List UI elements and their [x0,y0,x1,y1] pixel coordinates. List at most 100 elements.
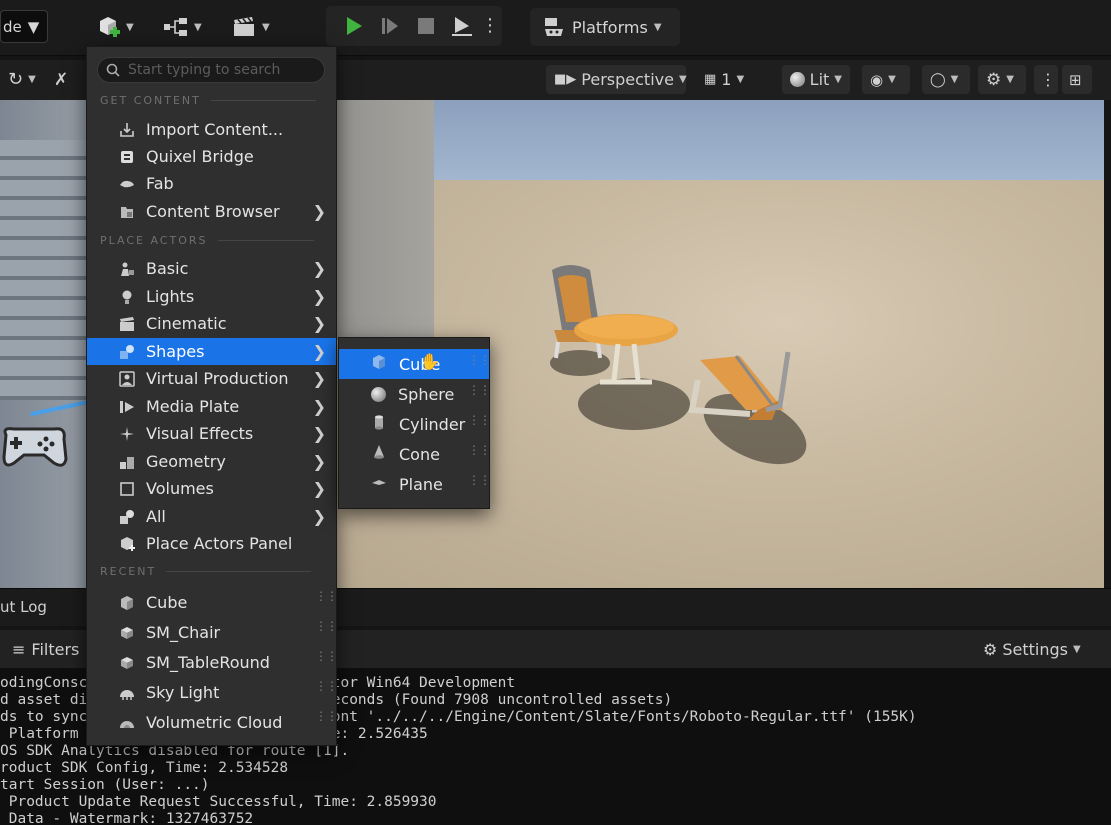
kebab-icon: ⋮ [481,15,499,36]
cinematics-button[interactable]: ▼ [232,12,270,42]
viewport-settings-button[interactable]: ⚙ ▼ [978,65,1026,94]
menu-item-label: Volumetric Cloud [146,713,283,732]
folder-icon [118,203,135,220]
settings-button[interactable]: ⚙ Settings ▼ [983,640,1081,659]
virtual-production-icon [118,370,135,387]
shape-item-cone[interactable]: Cone ⋮⋮ [339,439,491,469]
output-log-tab[interactable]: ut Log [0,598,47,616]
menu-item-label: SM_TableRound [146,653,270,672]
menu-item-basic[interactable]: Basic ❯ [87,255,336,282]
menu-item-label: Fab [146,174,174,193]
drag-handle-icon[interactable]: ⋮⋮ [468,354,491,366]
drag-handle-icon[interactable]: ⋮⋮ [315,710,338,722]
menu-item-label: Content Browser [146,202,280,221]
drag-handle-icon[interactable]: ⋮⋮ [468,384,491,396]
shape-item-plane[interactable]: Plane ⋮⋮ [339,469,491,499]
transform-mode-button[interactable]: ↻ ▼ [0,65,44,94]
recent-item-cube[interactable]: Cube ⋮⋮ [87,588,338,617]
platforms-button[interactable]: Platforms ▼ [530,8,680,46]
add-actor-button[interactable]: ▼ [96,12,134,42]
drag-handle-icon[interactable]: ⋮⋮ [315,680,338,692]
blueprint-icon [164,18,187,36]
menu-item-visual-effects[interactable]: Visual Effects ❯ [87,420,336,447]
section-label: RECENT [100,565,157,578]
menu-item-label: SM_Chair [146,623,221,642]
play-controls: ⋮ [326,6,502,46]
chevron-down-icon: ▼ [1006,74,1014,85]
lit-label: Lit [809,70,830,89]
sphere-icon [371,386,386,402]
chevron-down-icon: ▼ [126,21,134,33]
viewport-more-button[interactable]: ⋮ [1034,65,1058,94]
mode-select[interactable]: de ▼ [0,10,48,43]
performance-button[interactable]: ◯ ▼ [922,65,970,94]
shape-item-cylinder[interactable]: Cylinder ⋮⋮ [339,409,491,439]
drag-handle-icon[interactable]: ⋮⋮ [468,444,491,456]
section-divider [217,240,314,241]
view-mode-dropdown[interactable]: Lit ▼ [782,65,850,94]
more-options-button[interactable]: ⋮ [480,8,500,44]
light-icon [118,288,135,305]
shape-item-cube[interactable]: Cube ⋮⋮ [339,349,491,379]
recent-item-sm-tableround[interactable]: SM_TableRound ⋮⋮ [87,648,338,677]
filters-button[interactable]: ≡ Filters [12,640,79,659]
cube-icon [371,354,387,374]
recent-item-sm-chair[interactable]: SM_Chair ⋮⋮ [87,618,338,647]
shape-item-label: Plane [399,474,443,494]
drag-handle-icon[interactable]: ⋮⋮ [315,590,338,602]
settings-label: Settings [1002,640,1068,659]
viewport-layout-button[interactable]: ⊞ [1062,65,1092,94]
menu-item-geometry[interactable]: Geometry ❯ [87,448,336,475]
menu-item-all[interactable]: All ❯ [87,503,336,530]
log-line: roduct SDK Config, Time: 2.534528 [0,760,289,776]
surface-snap-button[interactable]: ✗ [46,65,76,94]
grid-layout-icon: ⊞ [1069,70,1082,89]
menu-item-cinematic[interactable]: Cinematic ❯ [87,310,336,337]
menu-item-lights[interactable]: Lights ❯ [87,283,336,310]
menu-item-place-actors-panel[interactable]: Place Actors Panel [87,530,336,557]
menu-item-label: Virtual Production [146,369,289,388]
menu-item-virtual-production[interactable]: Virtual Production ❯ [87,365,336,392]
section-recent: RECENT [100,565,312,578]
eject-button[interactable] [444,8,480,44]
media-plate-icon [118,398,135,415]
chevron-right-icon: ❯ [312,287,326,306]
recent-item-volumetric-cloud[interactable]: Volumetric Cloud ⋮⋮ [87,708,338,737]
menu-item-label: Lights [146,287,195,306]
log-line: tart Session (User: ...) [0,777,210,793]
cylinder-icon [371,414,387,434]
advance-frame-button[interactable] [372,8,408,44]
recent-item-sky-light[interactable]: Sky Light ⋮⋮ [87,678,338,707]
chevron-right-icon: ❯ [312,369,326,388]
menu-item-content-browser[interactable]: Content Browser ❯ [87,198,336,225]
bridge-icon [118,148,135,165]
log-line: Data - Watermark: 1327463752 [0,811,254,825]
menu-item-volumes[interactable]: Volumes ❯ [87,475,336,502]
shape-item-sphere[interactable]: Sphere ⋮⋮ [339,379,491,409]
viewport-layout-dropdown[interactable]: ▦ 1 ▼ [696,65,754,94]
menu-search-input[interactable] [128,62,318,78]
menu-item-media-plate[interactable]: Media Plate ❯ [87,393,336,420]
drag-handle-icon[interactable]: ⋮⋮ [468,414,491,426]
chevron-down-icon: ▼ [834,74,842,85]
chevron-down-icon: ▼ [950,74,959,85]
player-start-gamepad-icon [0,425,70,471]
menu-item-fab[interactable]: Fab [87,170,336,197]
drag-handle-icon[interactable]: ⋮⋮ [468,474,491,486]
play-button[interactable] [336,8,372,44]
menu-search-box [97,57,325,83]
perspective-dropdown[interactable]: ■▶ Perspective ▼ [546,65,687,94]
chevron-down-icon: ▼ [1072,644,1081,655]
drag-handle-icon[interactable]: ⋮⋮ [315,650,338,662]
stop-button[interactable] [408,8,444,44]
drag-handle-icon[interactable]: ⋮⋮ [315,620,338,632]
menu-item-quixel-bridge[interactable]: Quixel Bridge [87,143,336,170]
menu-item-shapes[interactable]: Shapes ❯ [87,338,336,365]
blueprint-button[interactable]: ▼ [162,12,202,42]
show-flags-button[interactable]: ◉ ▼ [862,65,910,94]
static-mesh-icon [118,624,135,641]
platforms-label: Platforms [572,17,648,37]
sky [430,100,1104,180]
menu-item-import-content[interactable]: Import Content... [87,116,336,143]
log-line: Product Update Request Successful, Time:… [0,794,437,810]
